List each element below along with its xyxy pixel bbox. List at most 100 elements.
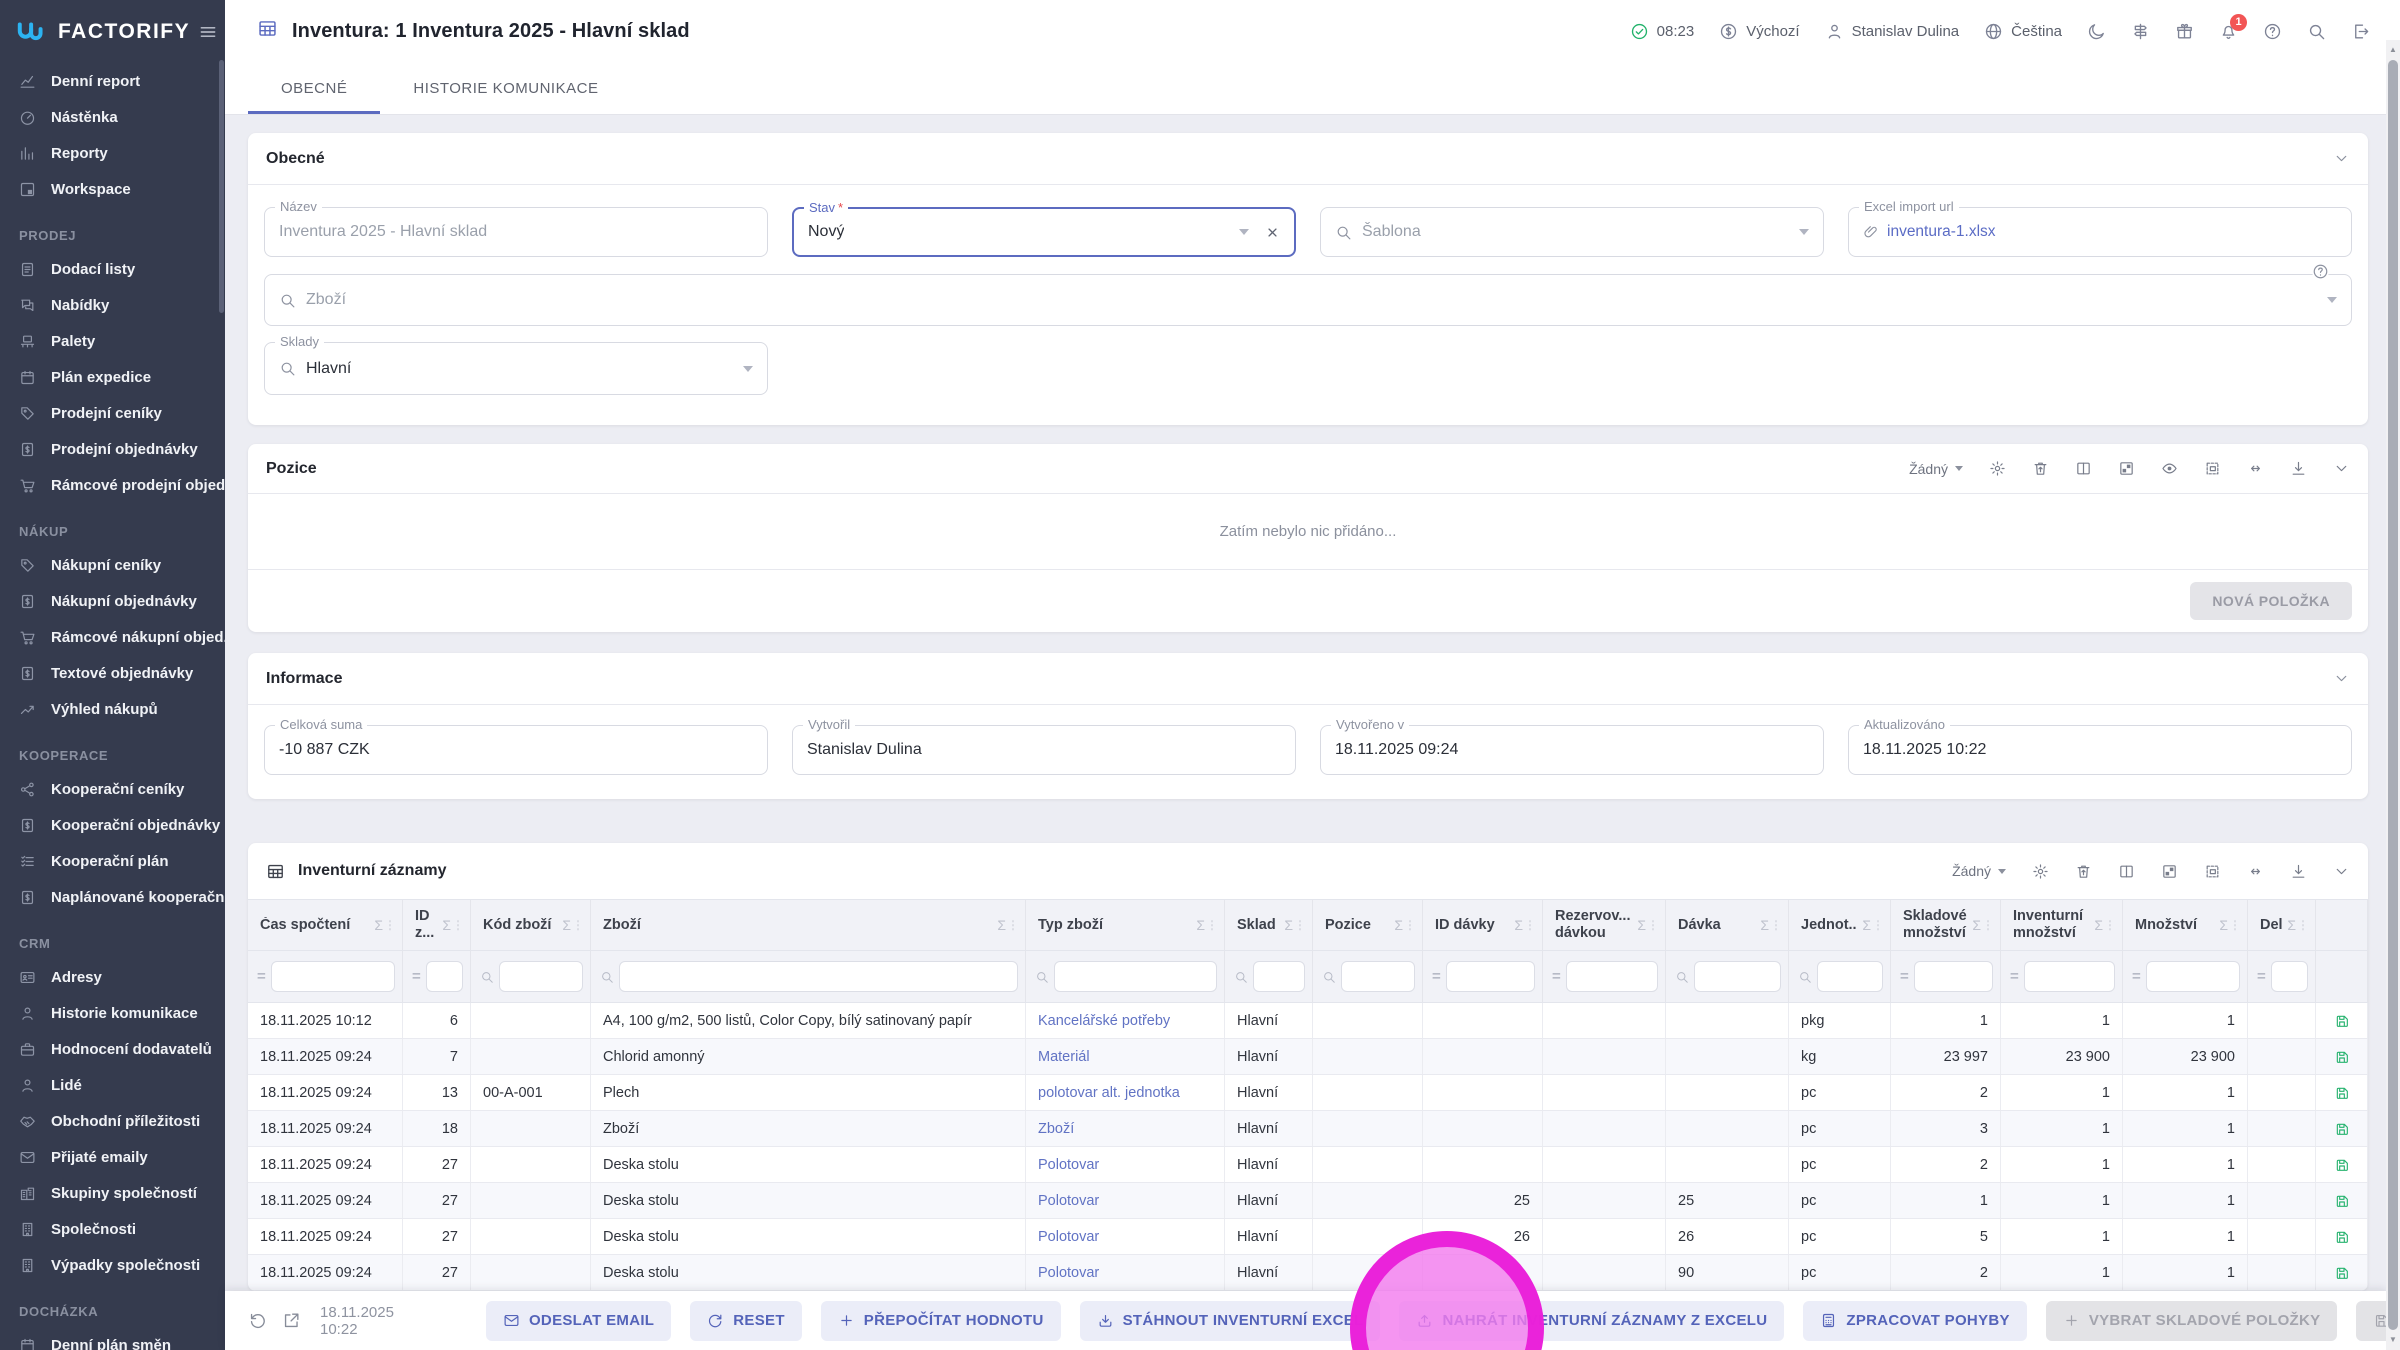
whats-new-button[interactable] [2175, 22, 2194, 41]
table-row[interactable]: 18.11.2025 09:2418ZbožíZbožíHlavnípc311 [248, 1111, 2368, 1147]
filter-input-mnozstvi[interactable] [2147, 962, 2239, 991]
cell-typ-zbozi[interactable]: Materiál [1026, 1039, 1225, 1074]
table-row[interactable]: 18.11.2025 09:2427Deska stoluPolotovarHl… [248, 1147, 2368, 1183]
chevron-down-icon[interactable] [743, 366, 753, 372]
filter-input-davka[interactable] [1695, 962, 1780, 991]
column-header-delta[interactable]: DeltaΣ⋮ [2248, 900, 2316, 950]
column-header-jednot[interactable]: Jednot...Σ⋮ [1789, 900, 1891, 950]
columns-button[interactable] [2075, 460, 2092, 477]
table-row[interactable]: 18.11.2025 09:2427Deska stoluPolotovarHl… [248, 1219, 2368, 1255]
sidebar-item-nabidky[interactable]: Nabídky [0, 287, 225, 323]
odeslat-email-button[interactable]: ODESLAT EMAIL [486, 1301, 671, 1341]
stav-select[interactable]: Stav* Nový [792, 207, 1296, 257]
sidebar-item-denni-plan-smen[interactable]: Denní plán směn [0, 1327, 225, 1350]
user-menu[interactable]: Stanislav Dulina [1825, 22, 1960, 41]
sidebar-item-prodejni-objednavky[interactable]: Prodejní objednávky [0, 431, 225, 467]
column-header-actions[interactable] [2316, 900, 2368, 950]
selection-button[interactable] [2204, 863, 2221, 880]
sidebar-scrollbar-thumb[interactable] [219, 60, 224, 313]
sidebar-item-textove-objednavky[interactable]: Textové objednávky [0, 655, 225, 691]
sidebar-item-kooperacni-plan[interactable]: Kooperační plán [0, 843, 225, 879]
table-row[interactable]: 18.11.2025 09:241300-A-001Plechpolotovar… [248, 1075, 2368, 1111]
sidebar-item-dodaci-listy[interactable]: Dodací listy [0, 251, 225, 287]
sidebar-item-palety[interactable]: Palety [0, 323, 225, 359]
language-select[interactable]: Čeština [1984, 22, 2062, 41]
chevron-down-icon[interactable] [1239, 229, 1249, 235]
filter-input-id-z[interactable] [427, 962, 462, 991]
column-header-id-z[interactable]: ID z...Σ⋮ [403, 900, 471, 950]
sum-icon[interactable]: Σ [1862, 917, 1871, 933]
sidebar-item-nakupni-objednavky[interactable]: Nákupní objednávky [0, 583, 225, 619]
cell-typ-zbozi[interactable]: Polotovar [1026, 1147, 1225, 1182]
zpracovat-pohyby-button[interactable]: ZPRACOVAT POHYBY [1803, 1301, 2026, 1341]
sum-icon[interactable]: Σ [2219, 917, 2228, 933]
column-header-davka[interactable]: DávkaΣ⋮ [1666, 900, 1789, 950]
collapse-informace-button[interactable] [2333, 670, 2350, 687]
cell-typ-zbozi[interactable]: Polotovar [1026, 1183, 1225, 1218]
save-row-button[interactable] [2316, 1111, 2368, 1146]
excel-file-link[interactable]: inventura-1.xlsx [1887, 223, 1996, 241]
tab-obecne[interactable]: OBECNÉ [248, 62, 380, 114]
column-resize-handle[interactable]: ⋮ [2297, 918, 2309, 932]
cell-typ-zbozi[interactable]: Polotovar [1026, 1255, 1225, 1290]
column-resize-handle[interactable]: ⋮ [1524, 918, 1536, 932]
help-button[interactable] [2263, 22, 2282, 41]
save-row-button[interactable] [2316, 1003, 2368, 1038]
collapse-button[interactable] [2333, 460, 2350, 477]
filter-input-delta[interactable] [2272, 962, 2307, 991]
sum-icon[interactable]: Σ [562, 917, 571, 933]
save-row-button[interactable] [2316, 1075, 2368, 1110]
selection-button[interactable] [2204, 460, 2221, 477]
group-by-select[interactable]: Žádný [1909, 461, 1963, 477]
scroll-up-arrow[interactable]: ▲ [2386, 42, 2400, 58]
main-scrollbar[interactable]: ▲ ▼ [2386, 40, 2400, 1350]
nazev-field[interactable]: Název Inventura 2025 - Hlavní sklad [264, 207, 768, 257]
table-row[interactable]: 18.11.2025 09:247Chlorid amonnýMateriálH… [248, 1039, 2368, 1075]
download-button[interactable] [2290, 863, 2307, 880]
sidebar-item-obchodni-prilezitosti[interactable]: Obchodní příležitosti [0, 1103, 225, 1139]
sidebar-item-vypadky-spolecnosti[interactable]: Výpadky společnosti [0, 1247, 225, 1283]
filter-input-zbozi[interactable] [620, 962, 1017, 991]
prepocitat-hodnotu-button[interactable]: PŘEPOČÍTAT HODNOTU [821, 1301, 1061, 1341]
column-header-typ-zbozi[interactable]: Typ zbožíΣ⋮ [1026, 900, 1225, 950]
column-resize-handle[interactable]: ⋮ [2229, 918, 2241, 932]
column-header-cas-spocteni[interactable]: Čas spočteníΣ⋮ [248, 900, 403, 950]
column-header-kod-zbozi[interactable]: Kód zbožíΣ⋮ [471, 900, 591, 950]
filter-input-rezervov-davkou[interactable] [1567, 962, 1657, 991]
column-resize-handle[interactable]: ⋮ [1770, 918, 1782, 932]
table-row[interactable]: 18.11.2025 09:2427Deska stoluPolotovarHl… [248, 1255, 2368, 1291]
table-row[interactable]: 18.11.2025 09:2427Deska stoluPolotovarHl… [248, 1183, 2368, 1219]
search-button[interactable] [2307, 22, 2326, 41]
archive-button[interactable] [2075, 863, 2092, 880]
sidebar-item-reporty[interactable]: Reporty [0, 135, 225, 171]
sidebar-item-plan-expedice[interactable]: Plán expedice [0, 359, 225, 395]
column-header-sklad[interactable]: SkladΣ⋮ [1225, 900, 1313, 950]
collapse-button[interactable] [2333, 863, 2350, 880]
column-header-zbozi[interactable]: ZbožíΣ⋮ [591, 900, 1026, 950]
column-resize-handle[interactable]: ⋮ [384, 918, 396, 932]
column-header-inventurni-mnozstvi[interactable]: Inventurní množstvíΣ⋮ [2001, 900, 2123, 950]
status-check[interactable]: 08:23 [1630, 22, 1695, 41]
column-resize-handle[interactable]: ⋮ [452, 918, 464, 932]
sum-icon[interactable]: Σ [997, 917, 1006, 933]
sum-icon[interactable]: Σ [442, 917, 451, 933]
column-resize-handle[interactable]: ⋮ [1294, 918, 1306, 932]
layout-button[interactable] [2161, 863, 2178, 880]
filter-input-jednot[interactable] [1818, 962, 1882, 991]
sidebar-item-vyhled-nakupu[interactable]: Výhled nákupů [0, 691, 225, 727]
sidebar-item-ramcove-nakupni-objed[interactable]: Rámcové nákupní objed... [0, 619, 225, 655]
vybrat-skladove-polozky-button[interactable]: VYBRAT SKLADOVÉ POLOŽKY [2046, 1301, 2338, 1341]
column-header-mnozstvi[interactable]: MnožstvíΣ⋮ [2123, 900, 2248, 950]
layout-button[interactable] [2118, 460, 2135, 477]
sum-icon[interactable]: Σ [2094, 917, 2103, 933]
sidebar-item-kooperacni-objednavky[interactable]: Kooperační objednávky [0, 807, 225, 843]
sidebar-item-kooperacni-ceniky[interactable]: Kooperační ceníky [0, 771, 225, 807]
vytvoreno-v-field[interactable]: Vytvořeno v18.11.2025 09:24 [1320, 725, 1824, 775]
export-button[interactable] [282, 1311, 301, 1330]
sidebar-item-spolecnosti[interactable]: Společnosti [0, 1211, 225, 1247]
sum-icon[interactable]: Σ [1972, 917, 1981, 933]
filter-input-inventurni-mnozstvi[interactable] [2025, 962, 2114, 991]
excel-import-field[interactable]: Excel import url inventura-1.xlsx [1848, 207, 2352, 257]
settings-button[interactable] [2032, 863, 2049, 880]
reset-button[interactable]: RESET [690, 1301, 802, 1341]
